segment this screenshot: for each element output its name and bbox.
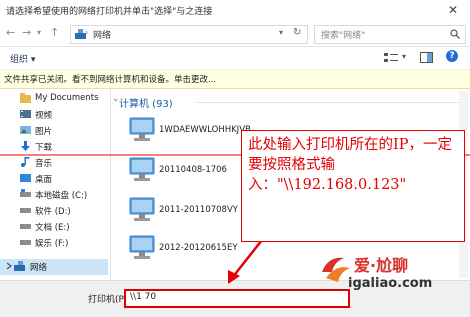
annotation-text: 此处输入打印机所在的IP，一定要按照格式输入："\\192.168.0.123"	[248, 137, 452, 193]
annotation-callout: 此处输入打印机所在的IP，一定要按照格式输入："\\192.168.0.123"	[241, 130, 465, 242]
logo-name: 爱·尬聊	[354, 256, 409, 275]
annotation-arrow-shaft	[231, 239, 263, 279]
logo-url: igaliao.com	[348, 276, 433, 291]
logo-mark-icon	[322, 257, 350, 282]
watermark-logo: 爱·尬聊 igaliao.com	[318, 250, 468, 310]
